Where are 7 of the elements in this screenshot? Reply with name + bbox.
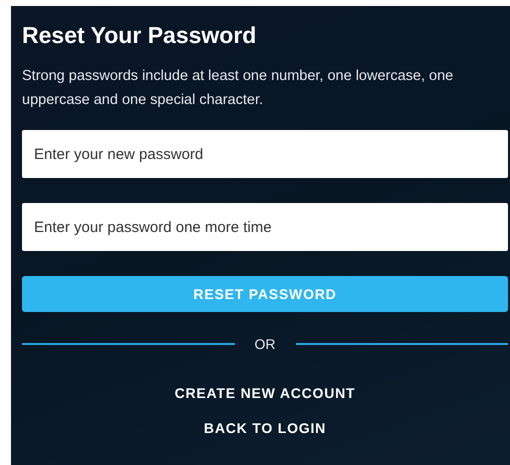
password-field[interactable]: Enter your new password: [22, 130, 508, 178]
page-title: Reset Your Password: [22, 21, 258, 50]
password-hint: Strong passwords include at least one number, one lowercase, one uppercase and one special character.: [22, 67, 454, 110]
nav-link[interactable]: CREATE NEW ACCOUNT: [174, 384, 356, 402]
or-label: OR: [254, 336, 276, 352]
password-field[interactable]: Enter your password one more time: [22, 203, 508, 251]
nav-link[interactable]: BACK TO LOGIN: [204, 419, 326, 437]
